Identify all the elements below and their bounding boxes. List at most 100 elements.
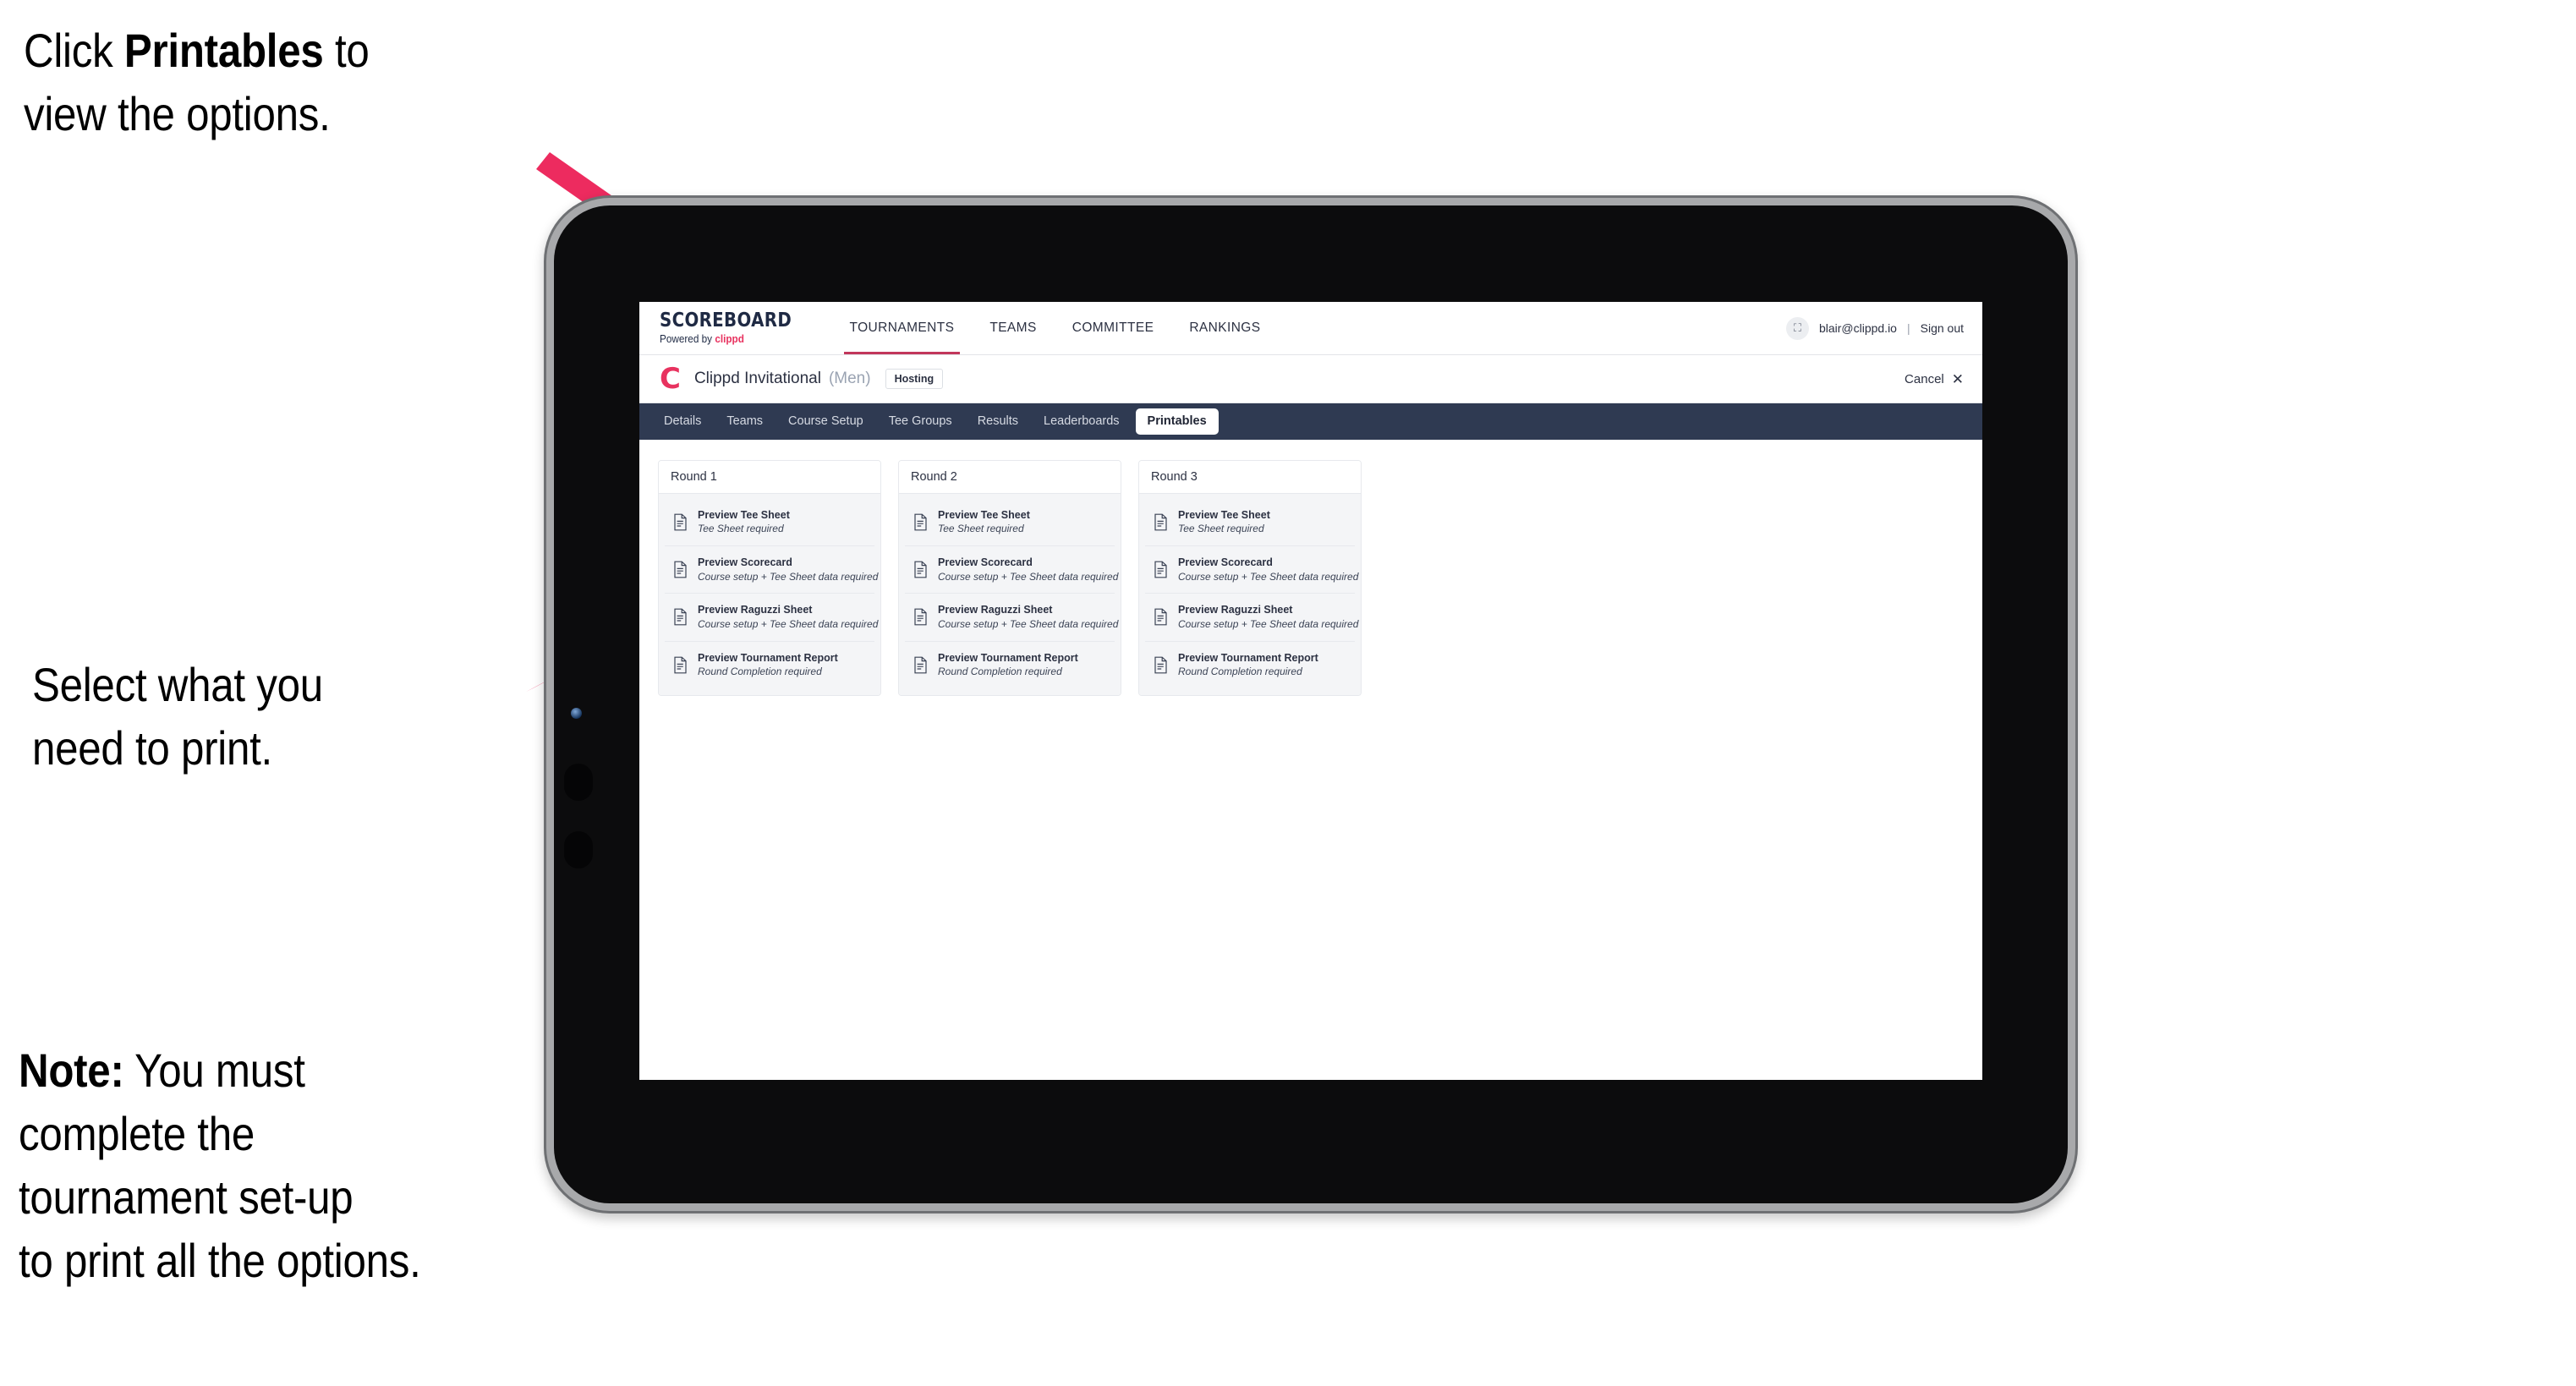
printable-text: Preview Scorecard Course setup + Tee She… (698, 556, 879, 583)
annotation-note: Note: You must complete the tournament s… (19, 1038, 421, 1292)
nav-item-rankings[interactable]: RANKINGS (1171, 302, 1278, 354)
printable-subtitle: Course setup + Tee Sheet data required (1178, 617, 1359, 630)
printable-subtitle: Course setup + Tee Sheet data required (698, 617, 879, 630)
round-card: Round 2 Preview Tee Sheet Tee Sheet requ… (898, 460, 1121, 696)
section-tabbar: Details Teams Course Setup Tee Groups Re… (639, 403, 1982, 440)
printable-title: Preview Scorecard (698, 556, 792, 569)
brand-title: SCOREBOARD (660, 310, 792, 332)
printable-item-scorecard[interactable]: Preview Scorecard Course setup + Tee She… (665, 546, 879, 594)
printable-text: Preview Tee Sheet Tee Sheet required (938, 509, 1030, 535)
volume-down-button[interactable] (564, 831, 593, 868)
printable-item-tee-sheet[interactable]: Preview Tee Sheet Tee Sheet required (905, 499, 1115, 547)
volume-up-button[interactable] (564, 764, 593, 801)
primary-navigation: TOURNAMENTS TEAMS COMMITTEE RANKINGS (832, 302, 1279, 354)
printable-title: Preview Tee Sheet (1178, 509, 1270, 521)
rounds-grid: Round 1 Preview Tee Sheet Tee Sheet requ… (639, 440, 1982, 696)
nav-item-teams[interactable]: TEAMS (972, 302, 1054, 354)
round-title: Round 3 (1139, 461, 1361, 494)
cancel-button[interactable]: Cancel ✕ (1905, 372, 1964, 386)
tab-course-setup[interactable]: Course Setup (776, 415, 876, 428)
printable-item-tee-sheet[interactable]: Preview Tee Sheet Tee Sheet required (665, 499, 874, 547)
round-items: Preview Tee Sheet Tee Sheet required Pre… (1139, 494, 1361, 695)
printable-text: Preview Tee Sheet Tee Sheet required (1178, 509, 1270, 535)
printable-title: Preview Tee Sheet (938, 509, 1030, 521)
tournament-header: C Clippd Invitational (Men) Hosting Canc… (639, 355, 1982, 403)
tab-printables[interactable]: Printables (1135, 408, 1219, 435)
printable-subtitle: Course setup + Tee Sheet data required (1178, 570, 1359, 583)
tournament-gender: (Men) (828, 370, 871, 387)
brand-clippd: clippd (715, 333, 744, 346)
scoreboard-logo[interactable]: SCOREBOARD Powered by clippd (639, 302, 832, 354)
printable-text: Preview Tournament Report Round Completi… (1178, 652, 1318, 678)
printable-subtitle: Round Completion required (938, 665, 1062, 677)
printable-subtitle: Tee Sheet required (938, 523, 1024, 535)
clippd-logo-icon: C (660, 362, 681, 396)
nav-item-tournaments[interactable]: TOURNAMENTS (832, 302, 973, 354)
annotation-1-prefix: Click (24, 24, 124, 77)
document-icon (914, 513, 927, 531)
account-area: ⛶ blair@clippd.io | Sign out (1785, 302, 1982, 354)
tab-leaderboards[interactable]: Leaderboards (1031, 415, 1132, 428)
tab-tee-groups[interactable]: Tee Groups (876, 415, 965, 428)
printable-item-scorecard[interactable]: Preview Scorecard Course setup + Tee She… (905, 546, 1119, 594)
printable-subtitle: Course setup + Tee Sheet data required (938, 570, 1119, 583)
printable-title: Preview Raguzzi Sheet (938, 604, 1053, 616)
document-icon (1154, 561, 1167, 578)
annotation-1-bold: Printables (123, 24, 324, 77)
printable-title: Preview Tournament Report (1178, 651, 1318, 664)
cancel-label: Cancel (1905, 371, 1944, 386)
printable-item-tournament-report[interactable]: Preview Tournament Report Round Completi… (665, 642, 874, 688)
printable-title: Preview Tee Sheet (698, 509, 790, 521)
printable-item-scorecard[interactable]: Preview Scorecard Course setup + Tee She… (1145, 546, 1359, 594)
avatar[interactable]: ⛶ (1785, 316, 1809, 340)
printable-subtitle: Course setup + Tee Sheet data required (698, 570, 879, 583)
round-title: Round 1 (659, 461, 880, 494)
sign-out-link[interactable]: Sign out (1921, 321, 1964, 335)
printable-title: Preview Raguzzi Sheet (698, 604, 813, 616)
nav-item-committee[interactable]: COMMITTEE (1055, 302, 1172, 354)
document-icon (1154, 656, 1167, 673)
document-icon (674, 561, 687, 578)
printable-title: Preview Scorecard (938, 556, 1033, 569)
printable-item-raguzzi-sheet[interactable]: Preview Raguzzi Sheet Course setup + Tee… (1145, 594, 1359, 642)
annotation-select-to-print: Select what you need to print. (32, 653, 323, 780)
printable-item-tournament-report[interactable]: Preview Tournament Report Round Completi… (905, 642, 1115, 688)
printable-item-tee-sheet[interactable]: Preview Tee Sheet Tee Sheet required (1145, 499, 1355, 547)
document-icon (674, 609, 687, 626)
printable-item-raguzzi-sheet[interactable]: Preview Raguzzi Sheet Course setup + Tee… (665, 594, 879, 642)
printable-title: Preview Raguzzi Sheet (1178, 604, 1293, 616)
printable-text: Preview Raguzzi Sheet Course setup + Tee… (698, 604, 879, 630)
round-card: Round 1 Preview Tee Sheet Tee Sheet requ… (658, 460, 881, 696)
round-items: Preview Tee Sheet Tee Sheet required Pre… (899, 494, 1121, 695)
printable-text: Preview Raguzzi Sheet Course setup + Tee… (938, 604, 1119, 630)
status-badge: Hosting (885, 368, 944, 390)
printable-subtitle: Course setup + Tee Sheet data required (938, 617, 1119, 630)
printable-subtitle: Tee Sheet required (1178, 523, 1264, 535)
annotation-click-printables: Click Printables to view the options. (24, 19, 370, 145)
brand-subtitle: Powered by clippd (660, 334, 804, 345)
user-email: blair@clippd.io (1818, 321, 1897, 335)
document-icon (674, 513, 687, 531)
tablet-device: SCOREBOARD Powered by clippd TOURNAMENTS… (554, 205, 2068, 1203)
document-icon (1154, 609, 1167, 626)
document-icon (914, 656, 927, 673)
tab-results[interactable]: Results (965, 415, 1031, 428)
round-title: Round 2 (899, 461, 1121, 494)
printable-text: Preview Tee Sheet Tee Sheet required (698, 509, 790, 535)
tab-teams[interactable]: Teams (714, 415, 776, 428)
tab-details[interactable]: Details (651, 415, 714, 428)
printable-text: Preview Raguzzi Sheet Course setup + Tee… (1178, 604, 1359, 630)
printable-text: Preview Tournament Report Round Completi… (938, 652, 1078, 678)
tablet-screen: SCOREBOARD Powered by clippd TOURNAMENTS… (639, 302, 1982, 1080)
printable-title: Preview Tournament Report (938, 651, 1078, 664)
printable-title: Preview Tournament Report (698, 651, 838, 664)
tournament-name: Clippd Invitational (693, 370, 821, 387)
printable-text: Preview Tournament Report Round Completi… (698, 652, 838, 678)
printable-item-raguzzi-sheet[interactable]: Preview Raguzzi Sheet Course setup + Tee… (905, 594, 1119, 642)
printable-text: Preview Scorecard Course setup + Tee She… (1178, 556, 1359, 583)
document-icon (674, 656, 687, 673)
printable-item-tournament-report[interactable]: Preview Tournament Report Round Completi… (1145, 642, 1355, 688)
round-card: Round 3 Preview Tee Sheet Tee Sheet requ… (1138, 460, 1362, 696)
document-icon (914, 561, 927, 578)
annotation-3-bold: Note: (19, 1044, 124, 1097)
